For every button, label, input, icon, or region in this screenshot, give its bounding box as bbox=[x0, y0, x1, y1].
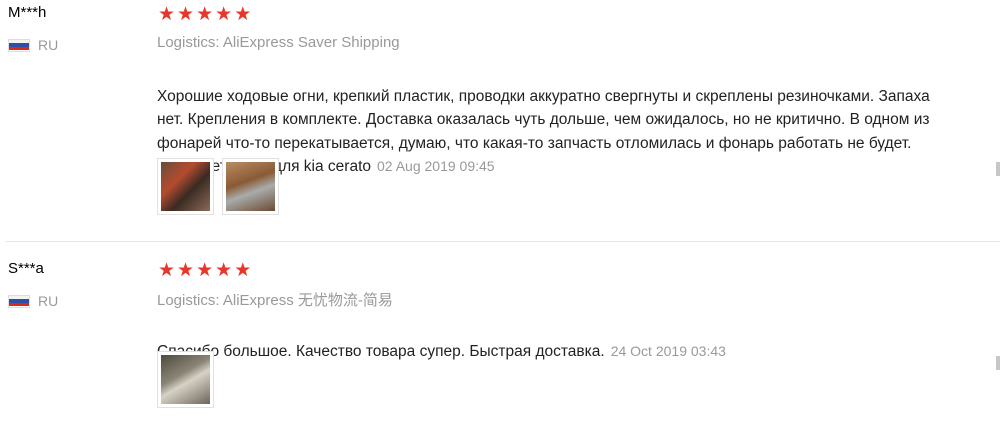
star-icon: ★ bbox=[196, 4, 214, 25]
side-scroll-handle[interactable] bbox=[996, 356, 1000, 370]
russia-flag-icon bbox=[8, 38, 30, 52]
review-photo-thumbnail[interactable] bbox=[157, 351, 214, 408]
review-photo-thumbnail[interactable] bbox=[157, 158, 214, 215]
logistics-info: Logistics: AliExpress Saver Shipping bbox=[157, 34, 400, 51]
country-code: RU bbox=[38, 37, 59, 53]
star-icon: ★ bbox=[234, 260, 252, 281]
star-icon: ★ bbox=[158, 4, 176, 25]
rating-stars: ★ ★ ★ ★ ★ bbox=[158, 5, 251, 24]
star-icon: ★ bbox=[177, 260, 195, 281]
star-icon: ★ bbox=[177, 4, 195, 25]
star-icon: ★ bbox=[234, 4, 252, 25]
side-scroll-handle[interactable] bbox=[996, 162, 1000, 176]
russia-flag-icon bbox=[8, 294, 30, 308]
reviewer-name: S***a bbox=[8, 260, 44, 277]
reviewer-country: RU bbox=[8, 293, 58, 309]
review-text: Хорошие ходовые огни, крепкий пластик, п… bbox=[157, 61, 999, 179]
review-photos bbox=[157, 158, 279, 215]
review-item: M***h RU ★ ★ ★ ★ ★ Logistics: AliExpress… bbox=[0, 0, 1000, 241]
reviewer-name: M***h bbox=[8, 4, 47, 21]
review-body: Спасибо большое. Качество товара супер. … bbox=[157, 342, 605, 360]
star-icon: ★ bbox=[158, 260, 176, 281]
review-photo-thumbnail[interactable] bbox=[222, 158, 279, 215]
logistics-info: Logistics: AliExpress 无忧物流-简易 bbox=[157, 292, 393, 309]
review-text: Спасибо большое. Качество товара супер. … bbox=[157, 316, 999, 363]
star-icon: ★ bbox=[215, 260, 233, 281]
rating-stars: ★ ★ ★ ★ ★ bbox=[158, 261, 251, 280]
star-icon: ★ bbox=[196, 260, 214, 281]
review-item: S***a RU ★ ★ ★ ★ ★ Logistics: AliExpress… bbox=[0, 242, 1000, 426]
reviewer-country: RU bbox=[8, 37, 58, 53]
review-photos bbox=[157, 351, 214, 408]
star-icon: ★ bbox=[215, 4, 233, 25]
review-date: 02 Aug 2019 09:45 bbox=[377, 158, 495, 174]
country-code: RU bbox=[38, 293, 59, 309]
review-date: 24 Oct 2019 03:43 bbox=[610, 342, 726, 359]
